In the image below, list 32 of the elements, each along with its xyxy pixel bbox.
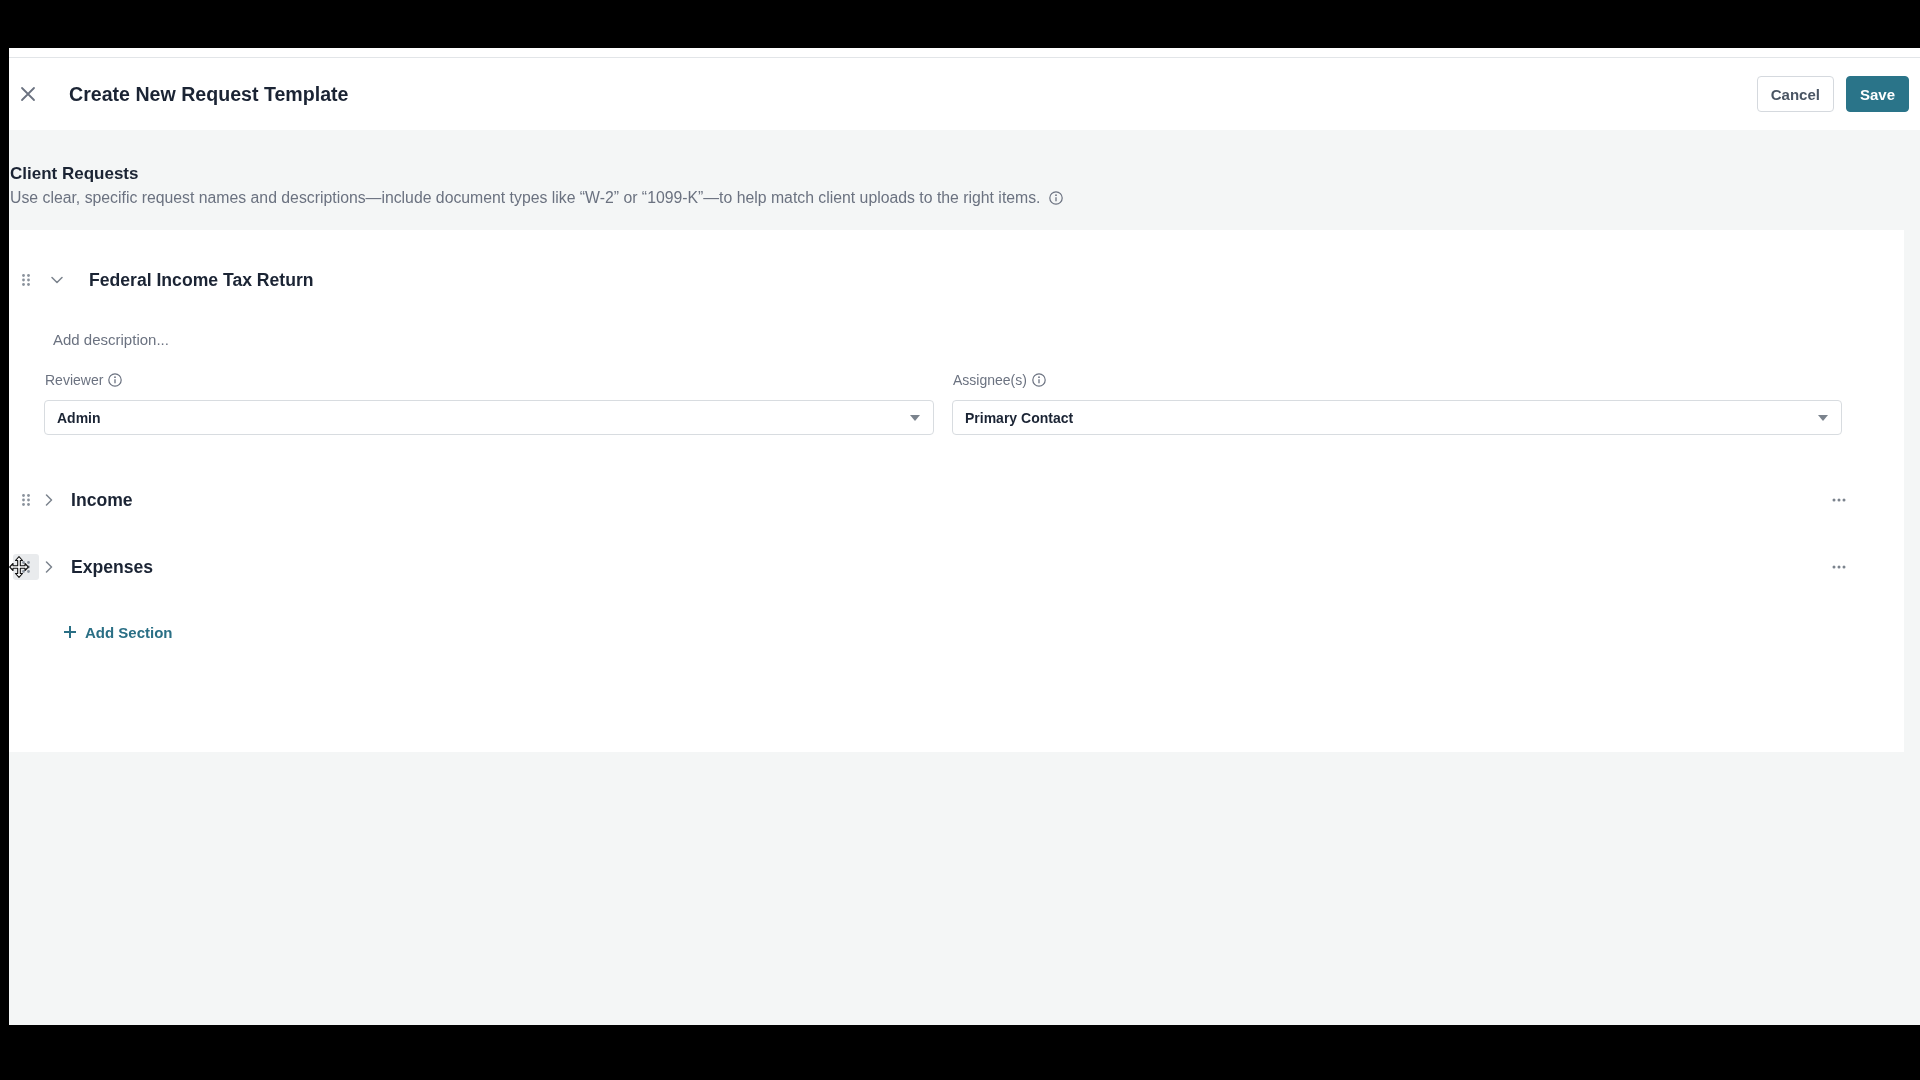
chevron-down-icon <box>51 276 63 284</box>
add-section-button[interactable]: Add Section <box>60 617 177 647</box>
section-title: Federal Income Tax Return <box>89 269 315 291</box>
select-value: Admin <box>57 409 102 426</box>
select-field[interactable]: Primary Contact <box>952 400 1842 435</box>
select-field[interactable]: Admin <box>44 400 934 435</box>
caret-down-icon <box>910 414 920 421</box>
info-icon <box>108 373 123 387</box>
drag-handle-icon <box>22 561 30 573</box>
drag-handle-icon <box>22 494 30 506</box>
info-icon <box>1048 191 1063 205</box>
plus-icon <box>64 626 76 638</box>
help-text: Use clear, specific request names and descriptions—include document types like “W-2” or “1099-K”—to help match client uploads to the right items. <box>10 188 1041 208</box>
chevron-right-icon <box>45 494 53 506</box>
page-title: Create New Request Template <box>69 82 350 106</box>
more-icon <box>1832 565 1846 569</box>
more-icon <box>1832 498 1846 502</box>
section-title: Expenses <box>71 556 155 578</box>
cancel-button[interactable]: Cancel <box>1756 76 1834 112</box>
select-value: Primary Contact <box>965 409 1075 426</box>
drag-handle-icon <box>22 274 30 286</box>
close-icon <box>20 86 36 102</box>
field-label: Reviewer <box>45 372 104 388</box>
info-icon <box>1031 373 1046 387</box>
description-input[interactable]: Add description... <box>44 322 1842 356</box>
section-title: Income <box>71 489 134 511</box>
field-label: Assignee(s) <box>953 372 1027 388</box>
section-heading: Client Requests <box>10 163 139 185</box>
save-button[interactable]: Save <box>1845 76 1909 112</box>
close-button[interactable] <box>19 85 37 103</box>
chevron-right-icon <box>45 561 53 573</box>
caret-down-icon <box>1818 414 1828 421</box>
